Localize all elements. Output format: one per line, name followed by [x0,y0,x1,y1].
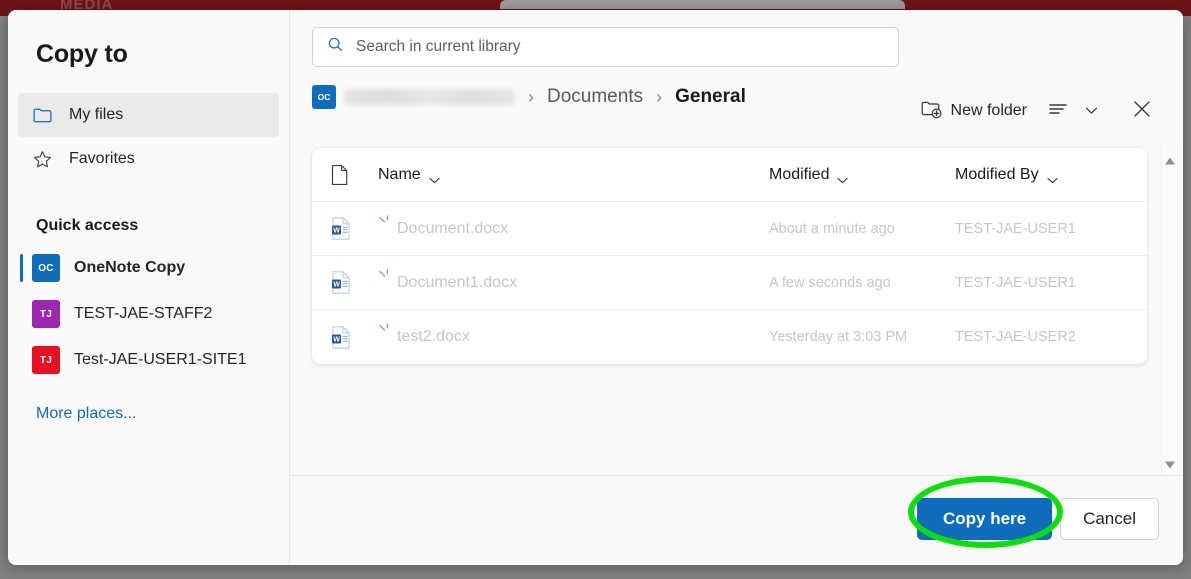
site-avatar: TJ [32,346,60,374]
sidebar-item-favorites[interactable]: Favorites [18,137,279,181]
chevron-down-icon [1047,171,1058,184]
breadcrumb-site-name-redacted[interactable] [344,89,515,105]
upload-spinner-icon [378,323,391,351]
quick-access-title: Quick access [36,217,139,234]
new-folder-icon [920,98,942,125]
dialog-toolbar: New folder [912,94,1159,128]
chevron-down-icon [1085,102,1098,120]
file-modified-by: TEST-JAE-USER2 [955,329,1076,345]
search-placeholder: Search in current library [356,38,521,55]
close-icon [1131,98,1153,125]
sidebar-item-my-files[interactable]: My files [18,93,279,137]
sidebar-item-label: Favorites [69,150,135,167]
file-list: Name Modified Modified By W Document.doc… [312,148,1147,364]
column-file-type[interactable] [330,164,378,186]
file-modified: A few seconds ago [769,274,891,291]
quick-access-list: OC OneNote Copy TJ TEST-JAE-STAFF2 TJ Te… [8,239,289,383]
word-doc-icon: W [330,325,378,350]
word-doc-icon: W [330,216,378,241]
background-browser-tab [500,0,905,9]
scroll-down-arrow-icon[interactable] [1164,457,1176,469]
star-icon [32,149,53,170]
upload-spinner-icon [378,214,391,243]
scroll-up-arrow-icon[interactable] [1164,153,1176,165]
file-modified: Yesterday at 3:03 PM [769,329,908,345]
word-doc-icon: W [330,270,378,295]
file-modified-by: TEST-JAE-USER1 [955,220,1076,237]
column-modified-by[interactable]: Modified By [955,166,1147,184]
copy-to-dialog: Copy to My files Favorites Quick access [8,10,1183,565]
copy-here-button[interactable]: Copy here [917,498,1053,540]
search-input[interactable]: Search in current library [312,27,899,67]
dialog-footer: Copy here Cancel [290,475,1183,565]
svg-text:W: W [333,336,340,343]
site-avatar: OC [32,254,60,282]
file-name: Document1.docx [397,273,518,291]
list-view-icon [1047,100,1069,123]
column-modified-by-label: Modified By [955,165,1039,183]
column-name[interactable]: Name [378,166,769,184]
breadcrumb-item-general[interactable]: General [675,86,746,108]
file-list-header: Name Modified Modified By [312,148,1147,202]
table-row[interactable]: W Document1.docx A few seconds ago TEST-… [312,256,1147,310]
column-modified[interactable]: Modified [769,166,955,184]
folder-icon [32,105,53,126]
more-places-link[interactable]: More places... [8,383,289,423]
breadcrumb-site-avatar[interactable]: OC [312,85,336,109]
chevron-down-icon [429,171,440,184]
dialog-main: Search in current library OC › Documents… [290,10,1183,565]
search-bar-container: Search in current library [290,10,1183,67]
file-modified-by: TEST-JAE-USER1 [955,274,1076,291]
quick-access-item-test-jae-staff2[interactable]: TJ TEST-JAE-STAFF2 [18,291,279,337]
quick-access-item-test-jae-user1-site1[interactable]: TJ Test-JAE-USER1-SITE1 [18,337,279,383]
file-type-icon [331,164,348,185]
background-right-strip [1175,0,1191,10]
file-name: Document.docx [397,219,509,237]
view-options-button[interactable] [1041,94,1075,128]
quick-access-item-label: TEST-JAE-STAFF2 [74,305,213,322]
new-folder-button[interactable]: New folder [912,94,1035,128]
file-modified: About a minute ago [769,220,895,237]
breadcrumb-separator: › [528,86,534,107]
table-row[interactable]: W Document.docx About a minute ago TEST-… [312,202,1147,256]
column-modified-label: Modified [769,165,830,183]
dialog-title: Copy to [36,40,128,68]
quick-access-item-onenote-copy[interactable]: OC OneNote Copy [18,245,279,291]
svg-text:W: W [333,227,340,234]
search-icon [327,36,344,58]
file-name: test2.docx [397,328,470,345]
breadcrumb-separator: › [656,86,663,107]
upload-spinner-icon [378,268,391,297]
close-button[interactable] [1125,94,1159,128]
table-row[interactable]: W test2.docx Yesterday at 3:03 PM TEST-J… [312,310,1147,364]
dialog-sidebar: Copy to My files Favorites Quick access [8,10,290,565]
screenshot-root: MEDIA Copy to My files Favorites Quick a… [0,0,1191,579]
column-name-label: Name [378,165,421,183]
footer-buttons: Copy here Cancel [917,498,1159,540]
site-avatar: TJ [32,300,60,328]
quick-access-item-label: Test-JAE-USER1-SITE1 [74,351,247,368]
chevron-down-icon [837,171,849,184]
cancel-button[interactable]: Cancel [1060,498,1159,540]
sidebar-nav-list: My files Favorites [8,93,289,181]
vertical-scrollbar[interactable] [1161,145,1177,475]
new-folder-label: New folder [950,102,1027,119]
sidebar-item-label: My files [69,106,124,123]
view-options-chevron[interactable] [1081,94,1101,128]
svg-text:W: W [333,281,340,288]
breadcrumb-item-documents[interactable]: Documents [547,86,643,108]
quick-access-item-label: OneNote Copy [74,259,186,276]
